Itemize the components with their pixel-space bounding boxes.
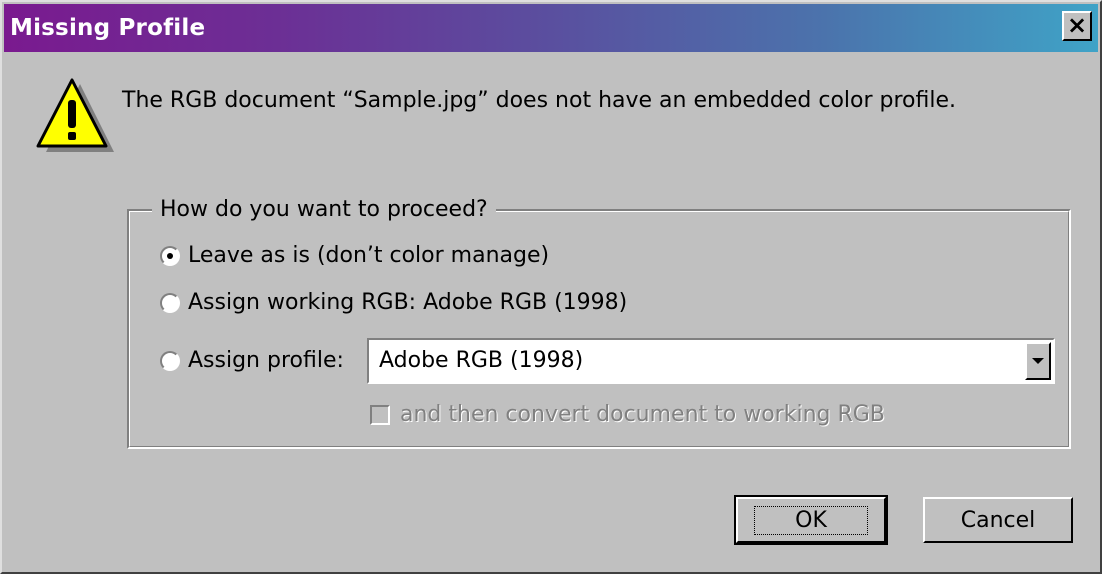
radio-assign-profile[interactable]: Assign profile: [160,348,344,373]
convert-checkbox-label: and then convert document to working RGB [400,402,885,427]
radio-leave-as-is[interactable]: Leave as is (don’t color manage) [160,243,549,268]
title-bar[interactable]: Missing Profile × [4,4,1098,52]
radio-label: Assign working RGB: Adobe RGB (1998) [188,290,628,315]
cancel-button[interactable]: Cancel [923,497,1073,543]
profile-select-value: Adobe RGB (1998) [379,348,584,373]
radio-assign-working-rgb[interactable]: Assign working RGB: Adobe RGB (1998) [160,290,627,315]
radio-button-checked[interactable] [160,245,180,266]
radio-button[interactable] [160,350,180,371]
window-title: Missing Profile [10,15,206,41]
warning-icon [36,78,114,152]
cancel-button-label: Cancel [960,507,1036,533]
message-text: The RGB document “Sample.jpg” does not h… [122,88,957,113]
profile-select[interactable]: Adobe RGB (1998) [367,338,1055,384]
convert-checkbox-row: and then convert document to working RGB [370,402,885,427]
groupbox-legend: How do you want to proceed? [152,197,496,222]
chevron-down-icon [1032,358,1044,364]
radio-button[interactable] [160,292,180,313]
convert-checkbox [370,404,390,425]
close-button[interactable]: × [1062,11,1092,41]
ok-button[interactable]: OK [734,495,888,545]
dropdown-button[interactable] [1025,342,1051,380]
radio-label: Assign profile: [188,348,344,373]
close-icon: × [1066,11,1088,39]
radio-label: Leave as is (don’t color manage) [188,243,550,268]
ok-button-label: OK [754,505,868,535]
